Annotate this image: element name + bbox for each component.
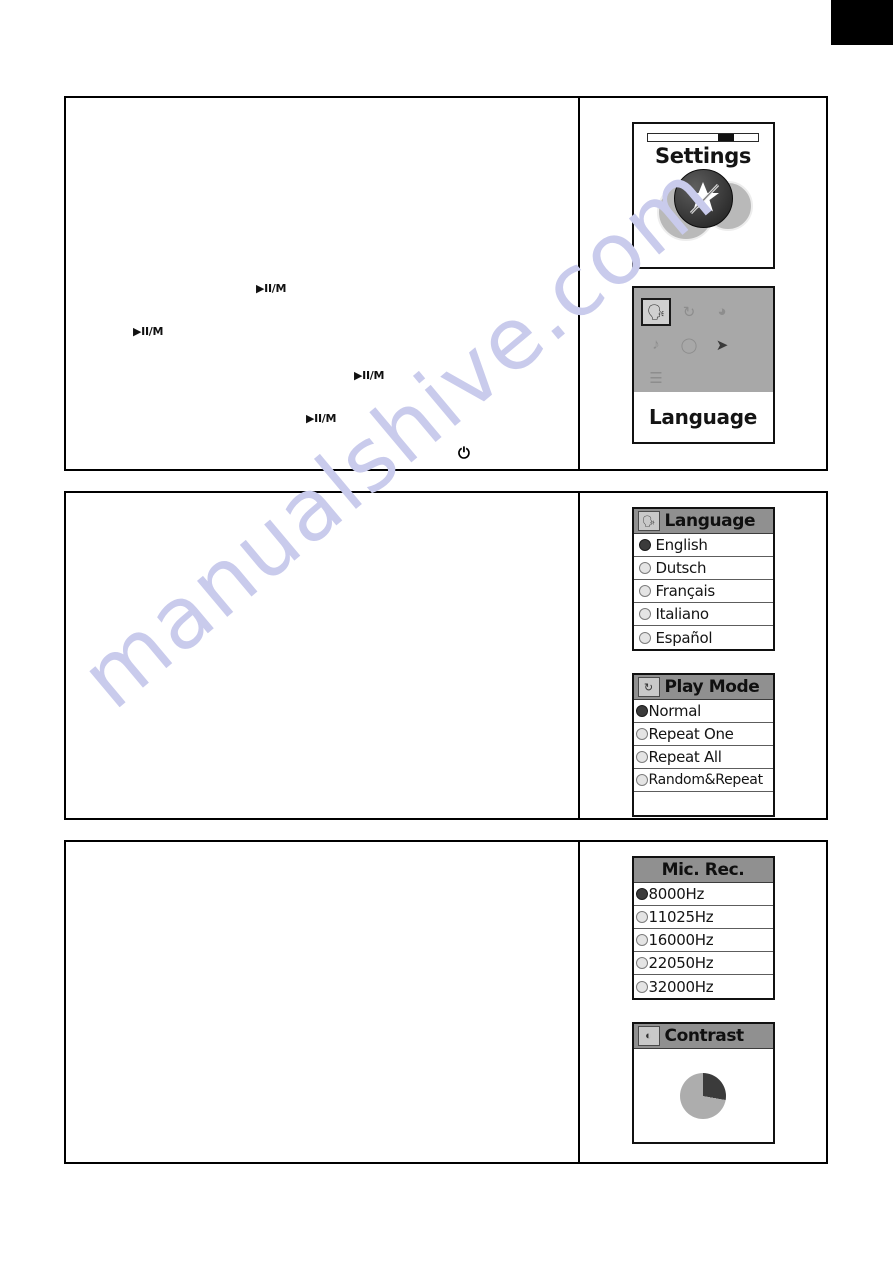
- icon-grid-label: Language: [633, 392, 773, 442]
- screenshot-cell: Settings 🗣 ↻ ◕ ♪ ◯ ➤ ☰ Language: [580, 98, 826, 469]
- radio-button[interactable]: [638, 562, 651, 574]
- contrast-screen: ◐ Contrast: [631, 1022, 775, 1144]
- contrast-body: [633, 1049, 773, 1142]
- list-item[interactable]: 16000Hz: [633, 929, 773, 952]
- list-item-label: English: [655, 536, 708, 554]
- mic-rec-menu-screen: Mic. Rec. 8000Hz 11025Hz 16000Hz 22050Hz…: [631, 856, 775, 1000]
- contrast-icon: ◐: [637, 1026, 660, 1046]
- menu-header: ↻ Play Mode: [633, 675, 773, 700]
- radio-button[interactable]: [638, 539, 651, 551]
- instruction-text-cell: [66, 842, 580, 1162]
- instruction-table: ▶II/M ▶II/M ▶II/M ▶II/M ⏻ Settings 🗣 ↻ ◕…: [64, 96, 828, 1164]
- table-row: 🗣 Language English Dutsch Français Itali…: [64, 491, 828, 820]
- list-item-label: Repeat All: [648, 748, 722, 766]
- instruction-text-cell: ▶II/M ▶II/M ▶II/M ▶II/M ⏻: [66, 98, 580, 469]
- progress-bar: [647, 133, 759, 142]
- play-mode-key-glyph: ▶II/M: [354, 369, 385, 382]
- menu-header: Mic. Rec.: [633, 858, 773, 883]
- play-mode-key-glyph: ▶II/M: [133, 325, 164, 338]
- list-item[interactable]: Repeat All: [633, 746, 773, 769]
- menu-title: Language: [664, 511, 756, 531]
- radio-button[interactable]: [638, 631, 651, 644]
- settings-icon-grid-screen: 🗣 ↻ ◕ ♪ ◯ ➤ ☰ Language: [631, 286, 775, 444]
- list-item[interactable]: Normal: [633, 700, 773, 723]
- play-mode-key-glyph: ▶II/M: [256, 282, 287, 295]
- list-item-label: Français: [655, 582, 716, 600]
- exit-icon[interactable]: ➤: [706, 328, 739, 361]
- page-corner-tab: [831, 0, 893, 45]
- star-circle: [674, 169, 733, 228]
- radio-button[interactable]: [635, 774, 648, 786]
- timer-icon[interactable]: ◯: [673, 328, 706, 361]
- list-item-label: Italiano: [655, 605, 710, 623]
- power-icon: ⏻: [458, 444, 470, 462]
- list-item[interactable]: 11025Hz: [633, 906, 773, 929]
- menu-title: Play Mode: [664, 677, 760, 697]
- menu-title: Mic. Rec.: [661, 860, 745, 880]
- list-item-label: 8000Hz: [648, 885, 705, 903]
- table-row: ▶II/M ▶II/M ▶II/M ▶II/M ⏻ Settings 🗣 ↻ ◕…: [64, 96, 828, 471]
- list-item-label: Normal: [648, 702, 702, 720]
- list-item[interactable]: 22050Hz: [633, 952, 773, 975]
- list-item[interactable]: Español: [633, 626, 773, 649]
- menu-title: Contrast: [664, 1026, 745, 1046]
- play-mode-icon[interactable]: ↻: [673, 295, 706, 328]
- radio-button[interactable]: [635, 957, 648, 969]
- play-mode-icon: ↻: [637, 677, 660, 697]
- list-item[interactable]: 32000Hz: [633, 975, 773, 998]
- radio-button[interactable]: [635, 934, 648, 946]
- record-icon[interactable]: ◕: [706, 295, 739, 328]
- radio-button[interactable]: [635, 888, 648, 900]
- contrast-level-pie[interactable]: [680, 1072, 726, 1119]
- list-item[interactable]: Repeat One: [633, 723, 773, 746]
- list-item-label: Repeat One: [648, 725, 734, 743]
- star-wand-svg: [687, 182, 720, 215]
- manual-page: manualshive.com ▶II/M ▶II/M ▶II/M ▶II/M …: [0, 0, 893, 1263]
- radio-button[interactable]: [635, 980, 648, 993]
- list-item[interactable]: 8000Hz: [633, 883, 773, 906]
- language-menu-screen: 🗣 Language English Dutsch Français Itali…: [631, 507, 775, 651]
- progress-bar-marker: [718, 134, 734, 141]
- radio-button[interactable]: [635, 911, 648, 923]
- mic-rec-icon[interactable]: ♪: [640, 328, 673, 361]
- list-item-label: 16000Hz: [648, 931, 714, 949]
- language-icon: 🗣: [637, 511, 660, 531]
- instruction-text-cell: [66, 493, 580, 818]
- list-item-label: Español: [655, 628, 713, 647]
- menu-header: ◐ Contrast: [633, 1024, 773, 1049]
- radio-button[interactable]: [635, 705, 648, 717]
- list-item-label: Dutsch: [655, 559, 707, 577]
- list-item-label: 32000Hz: [648, 977, 714, 996]
- list-item[interactable]: Italiano: [633, 603, 773, 626]
- play-mode-key-glyph: ▶II/M: [306, 412, 337, 425]
- screenshot-cell: Mic. Rec. 8000Hz 11025Hz 16000Hz 22050Hz…: [580, 842, 826, 1162]
- list-item-label: Random&Repeat: [648, 772, 764, 788]
- settings-title: Settings: [655, 144, 751, 168]
- radio-button[interactable]: [638, 608, 651, 620]
- list-item-label: 22050Hz: [648, 954, 714, 972]
- about-icon[interactable]: ☰: [640, 361, 673, 394]
- list-item[interactable]: Français: [633, 580, 773, 603]
- star-wand-icon: [655, 169, 753, 241]
- icon-grid: 🗣 ↻ ◕ ♪ ◯ ➤ ☰: [633, 288, 773, 394]
- list-item[interactable]: Random&Repeat: [633, 769, 773, 792]
- radio-button[interactable]: [635, 751, 648, 763]
- list-item[interactable]: English: [633, 534, 773, 557]
- table-row: Mic. Rec. 8000Hz 11025Hz 16000Hz 22050Hz…: [64, 840, 828, 1164]
- radio-button[interactable]: [635, 728, 648, 740]
- play-mode-menu-screen: ↻ Play Mode Normal Repeat One Repeat All: [631, 673, 775, 817]
- screenshot-cell: 🗣 Language English Dutsch Français Itali…: [580, 493, 826, 818]
- menu-header: 🗣 Language: [633, 509, 773, 534]
- list-item-label: 11025Hz: [648, 908, 714, 926]
- language-icon[interactable]: 🗣: [640, 295, 673, 328]
- radio-button[interactable]: [638, 585, 651, 597]
- list-item[interactable]: Dutsch: [633, 557, 773, 580]
- list-item-empty: [633, 792, 773, 815]
- settings-splash-screen: Settings: [631, 122, 775, 269]
